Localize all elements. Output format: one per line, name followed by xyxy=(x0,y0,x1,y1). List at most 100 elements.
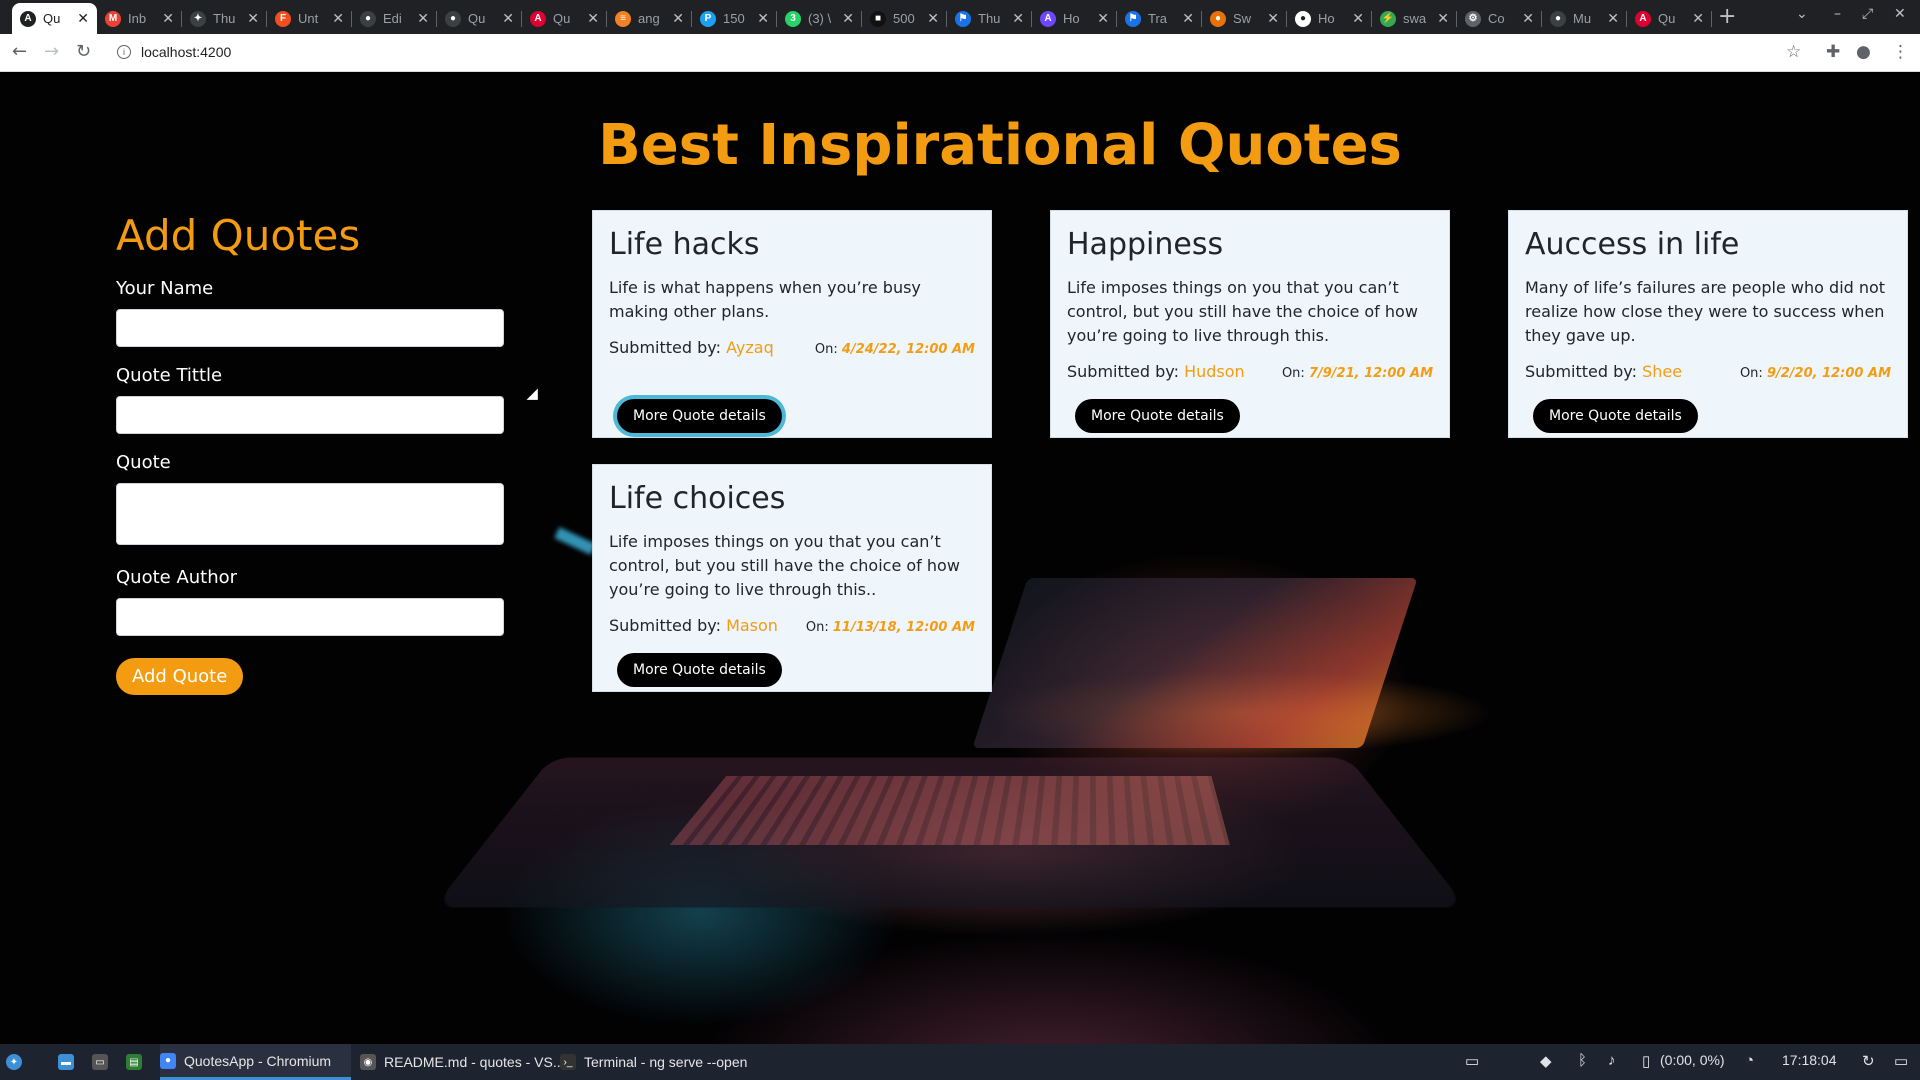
restore-icon[interactable]: ⤢ xyxy=(1862,6,1873,22)
taskbar-window[interactable]: ◉ README.md - quotes - VS... xyxy=(360,1044,585,1080)
start-menu-icon[interactable]: ✦ xyxy=(6,1044,30,1080)
browser-tab[interactable]: ⚑ Thu ✕ xyxy=(947,3,1032,34)
monitor-launcher-icon[interactable]: ▤ xyxy=(126,1044,150,1080)
workspace-switcher-icon[interactable]: ▭ xyxy=(1465,1052,1479,1070)
refresh-icon[interactable]: ↻ xyxy=(1862,1052,1875,1070)
title-label: Quote Tittle xyxy=(116,365,506,386)
tab-close-icon[interactable]: ✕ xyxy=(1522,10,1534,27)
background-glow xyxy=(554,527,595,555)
tab-close-icon[interactable]: ✕ xyxy=(332,10,344,27)
browser-tab[interactable]: ● Edi ✕ xyxy=(352,3,437,34)
quote-title: Auccess in life xyxy=(1525,227,1891,262)
submitted-by: Submitted by: Hudson xyxy=(1067,362,1245,381)
tab-separator xyxy=(1711,11,1712,27)
more-details-button[interactable]: More Quote details xyxy=(1533,399,1698,433)
title-input[interactable] xyxy=(116,396,504,434)
tab-close-icon[interactable]: ✕ xyxy=(1012,10,1024,27)
quote-card: Life hacks Life is what happens when you’… xyxy=(592,210,992,438)
more-details-button[interactable]: More Quote details xyxy=(1075,399,1240,433)
taskbar-window[interactable]: ● QuotesApp - Chromium xyxy=(160,1044,351,1080)
browser-tab[interactable]: A Qu ✕ xyxy=(522,3,607,34)
quote-textarea[interactable] xyxy=(116,483,504,545)
reload-icon[interactable]: ↻ xyxy=(76,41,91,62)
file-manager-icon[interactable]: ▬ xyxy=(58,1044,82,1080)
browser-tab[interactable]: ⚙ Co ✕ xyxy=(1457,3,1542,34)
tab-close-icon[interactable]: ✕ xyxy=(77,10,89,27)
clock: 17:18:04 xyxy=(1782,1052,1837,1068)
browser-tab[interactable]: ■ 500 ✕ xyxy=(862,3,947,34)
show-desktop-icon[interactable]: ▭ xyxy=(1894,1052,1908,1070)
tab-close-icon[interactable]: ✕ xyxy=(757,10,769,27)
browser-tab[interactable]: ⚡ swa ✕ xyxy=(1372,3,1457,34)
more-details-button[interactable]: More Quote details xyxy=(617,653,782,687)
profile-icon[interactable]: ● xyxy=(1856,42,1871,62)
address-bar[interactable]: i localhost:4200 xyxy=(108,38,1778,66)
new-tab-button[interactable]: + xyxy=(1718,4,1736,29)
battery-icon[interactable]: ▯ xyxy=(1642,1052,1650,1070)
browser-tab[interactable]: ● Mu ✕ xyxy=(1542,3,1627,34)
tab-close-icon[interactable]: ✕ xyxy=(1692,10,1704,27)
tab-search-icon[interactable]: ⌄ xyxy=(1796,6,1808,22)
tab-title: Qu xyxy=(1658,11,1688,26)
bookmark-star-icon[interactable]: ☆ xyxy=(1786,42,1801,62)
taskbar-window[interactable]: ›_ Terminal - ng serve --open xyxy=(560,1044,767,1080)
tab-close-icon[interactable]: ✕ xyxy=(587,10,599,27)
back-icon[interactable]: ← xyxy=(12,41,27,62)
menu-icon[interactable]: ⋮ xyxy=(1892,42,1909,62)
quote-meta: Submitted by: Shee On: 9/2/20, 12:00 AM xyxy=(1525,362,1891,381)
terminal-launcher-icon[interactable]: ▭ xyxy=(92,1044,116,1080)
tab-close-icon[interactable]: ✕ xyxy=(502,10,514,27)
tab-close-icon[interactable]: ✕ xyxy=(1182,10,1194,27)
tab-close-icon[interactable]: ✕ xyxy=(162,10,174,27)
tab-close-icon[interactable]: ✕ xyxy=(927,10,939,27)
volume-icon[interactable]: ♪ xyxy=(1608,1052,1616,1069)
tab-favicon-icon: ≡ xyxy=(615,11,631,27)
add-quote-button[interactable]: Add Quote xyxy=(116,658,243,695)
tab-title: Qu xyxy=(553,11,583,26)
tab-close-icon[interactable]: ✕ xyxy=(1607,10,1619,27)
tab-close-icon[interactable]: ✕ xyxy=(1267,10,1279,27)
browser-tab[interactable]: 3 (3) \ ✕ xyxy=(777,3,862,34)
name-input[interactable] xyxy=(116,309,504,347)
tab-favicon-icon: ■ xyxy=(870,11,886,27)
browser-tab[interactable]: F Unt ✕ xyxy=(267,3,352,34)
wifi-icon[interactable]: ◆ xyxy=(1540,1052,1552,1070)
site-info-icon[interactable]: i xyxy=(117,45,131,59)
notification-icon[interactable]: ◔ xyxy=(1745,1052,1754,1069)
bluetooth-icon[interactable]: ᛒ xyxy=(1578,1052,1587,1069)
author-input[interactable] xyxy=(116,598,504,636)
close-window-icon[interactable]: ✕ xyxy=(1894,6,1906,22)
tab-close-icon[interactable]: ✕ xyxy=(417,10,429,27)
tab-title: Sw xyxy=(1233,11,1263,26)
more-details-button[interactable]: More Quote details xyxy=(617,399,782,433)
tab-close-icon[interactable]: ✕ xyxy=(1437,10,1449,27)
tab-favicon-icon: A xyxy=(20,11,36,27)
extensions-icon[interactable]: ✚ xyxy=(1826,42,1840,62)
browser-tab[interactable]: P 150 ✕ xyxy=(692,3,777,34)
browser-tab[interactable]: ● Qu ✕ xyxy=(437,3,522,34)
tab-close-icon[interactable]: ✕ xyxy=(672,10,684,27)
tab-favicon-icon: ● xyxy=(1295,11,1311,27)
browser-tab[interactable]: A Ho ✕ xyxy=(1032,3,1117,34)
quote-submitter: Mason xyxy=(726,616,778,635)
browser-tab[interactable]: ✦ Thu ✕ xyxy=(182,3,267,34)
browser-tab[interactable]: M Inb ✕ xyxy=(97,3,182,34)
browser-tab[interactable]: ● Sw ✕ xyxy=(1202,3,1287,34)
tab-close-icon[interactable]: ✕ xyxy=(1097,10,1109,27)
window-app-icon: ● xyxy=(160,1053,176,1069)
browser-tab[interactable]: A Qu ✕ xyxy=(1627,3,1712,34)
browser-tab[interactable]: A Qu ✕ xyxy=(12,3,97,34)
browser-tab[interactable]: ● Ho ✕ xyxy=(1287,3,1372,34)
tab-close-icon[interactable]: ✕ xyxy=(247,10,259,27)
submitted-on: On: 9/2/20, 12:00 AM xyxy=(1740,366,1891,381)
browser-tab[interactable]: ≡ ang ✕ xyxy=(607,3,692,34)
tab-close-icon[interactable]: ✕ xyxy=(842,10,854,27)
browser-tab[interactable]: ⚑ Tra ✕ xyxy=(1117,3,1202,34)
tab-close-icon[interactable]: ✕ xyxy=(1352,10,1364,27)
submitted-by-label: Submitted by: xyxy=(609,616,721,635)
forward-icon[interactable]: → xyxy=(44,41,59,62)
tab-title: 150 xyxy=(723,11,753,26)
minimize-icon[interactable]: – xyxy=(1834,6,1841,22)
tab-favicon-icon: 3 xyxy=(785,11,801,27)
submitted-on: On: 4/24/22, 12:00 AM xyxy=(815,342,975,357)
